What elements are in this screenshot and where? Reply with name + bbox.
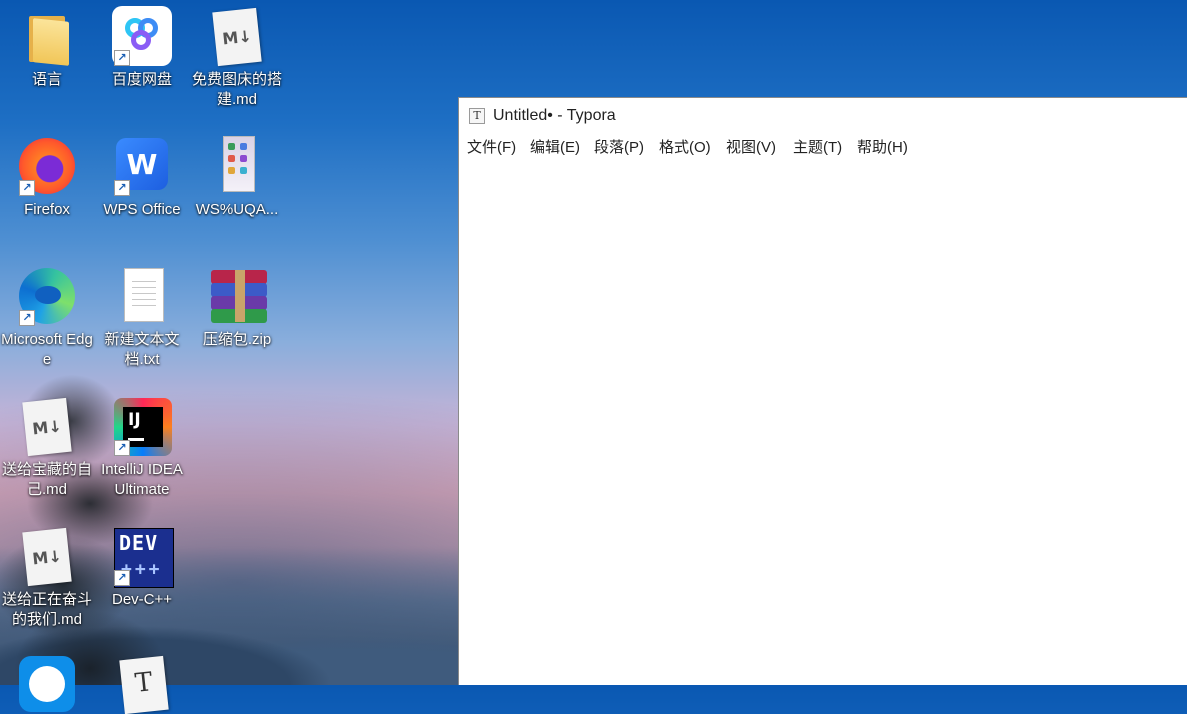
menu-file[interactable]: 文件(F) [467, 136, 516, 160]
window-title: Untitled• - Typora [493, 107, 616, 124]
desktop-icon-txt-file[interactable]: 新建文本文档.txt [95, 266, 189, 370]
menu-edit[interactable]: 编辑(E) [530, 136, 580, 160]
desktop-icon-firefox[interactable]: ↗ Firefox [0, 136, 94, 220]
desktop-icon-label: Dev-C++ [111, 591, 173, 608]
desktop-icon-md-file[interactable]: M↓ 送给宝藏的自己.md [0, 396, 94, 500]
editor-area[interactable] [459, 164, 1187, 685]
desktop-icon-zip-file[interactable]: 压缩包.zip [190, 266, 284, 350]
desktop-icon-wps-office[interactable]: W ↗ WPS Office [95, 136, 189, 220]
shortcut-arrow-icon: ↗ [114, 180, 130, 196]
desktop-icon-label: 百度网盘 [111, 71, 172, 88]
menu-theme[interactable]: 主题(T) [793, 136, 842, 160]
desktop-icon-label: 送给宝藏的自己.md [1, 461, 92, 498]
desktop-icon-md-file[interactable]: M↓ 送给正在奋斗的我们.md [0, 526, 94, 630]
shortcut-arrow-icon: ↗ [114, 570, 130, 586]
desktop-icon-label: IntelliJ IDEA Ultimate [101, 461, 183, 498]
baidu-netdisk-icon: ↗ [112, 6, 172, 66]
typora-icon: T [112, 652, 172, 714]
desktop-icon-label: 语言 [31, 71, 62, 88]
desktop-icon-label: 新建文本文档.txt [104, 331, 180, 368]
edge-icon: ↗ [17, 266, 77, 326]
markdown-file-icon: M↓ [17, 526, 77, 587]
desktop-icon-typora[interactable]: T [95, 652, 189, 714]
desktop-icon-devcpp[interactable]: DEV +++ ↗ Dev-C++ [95, 526, 189, 610]
desktop-icon-teamviewer[interactable] [0, 652, 94, 712]
desktop-icon-label: Microsoft Edge [1, 331, 93, 368]
shortcut-arrow-icon: ↗ [19, 310, 35, 326]
typora-app-icon: T [469, 108, 485, 124]
menu-help[interactable]: 帮助(H) [857, 136, 908, 160]
menu-view[interactable]: 视图(V) [726, 136, 776, 160]
markdown-file-icon: M↓ [207, 6, 267, 67]
desktop-icon-image-file[interactable]: WS%UQA... [190, 136, 284, 220]
desktop-icon-edge[interactable]: ↗ Microsoft Edge [0, 266, 94, 370]
desktop-icon-label: WPS Office [103, 201, 181, 218]
devcpp-icon: DEV +++ ↗ [112, 526, 174, 588]
menu-format[interactable]: 格式(O) [659, 136, 711, 160]
title-bar[interactable]: T Untitled• - Typora [459, 98, 1187, 132]
desktop-icon-folder-language[interactable]: 语言 [0, 6, 94, 90]
desktop-icon-label: 压缩包.zip [202, 331, 272, 348]
desktop-icon-baidu-netdisk[interactable]: ↗ 百度网盘 [95, 6, 189, 90]
folder-icon [17, 6, 77, 66]
intellij-idea-icon: IJ ↗ [112, 396, 172, 456]
shortcut-arrow-icon: ↗ [114, 440, 130, 456]
teamviewer-icon [17, 652, 77, 712]
typora-window: T Untitled• - Typora 文件(F) 编辑(E) 段落(P) 格… [458, 97, 1187, 685]
desktop-icon-label: WS%UQA... [195, 201, 279, 218]
menu-paragraph[interactable]: 段落(P) [594, 136, 644, 160]
image-file-icon [207, 136, 267, 196]
desktop-icon-label: 免费图床的搭建.md [191, 71, 282, 108]
shortcut-arrow-icon: ↗ [114, 50, 130, 66]
firefox-icon: ↗ [17, 136, 77, 196]
text-file-icon [112, 266, 172, 326]
shortcut-arrow-icon: ↗ [19, 180, 35, 196]
markdown-file-icon: M↓ [17, 396, 77, 457]
desktop-icon-label: Firefox [24, 201, 70, 218]
desktop-icon-md-file[interactable]: M↓ 免费图床的搭建.md [190, 6, 284, 110]
menu-bar: 文件(F) 编辑(E) 段落(P) 格式(O) 视图(V) 主题(T) 帮助(H… [459, 136, 1187, 160]
winrar-archive-icon [207, 266, 267, 326]
wps-office-icon: W ↗ [112, 136, 172, 196]
desktop-icon-intellij[interactable]: IJ ↗ IntelliJ IDEA Ultimate [95, 396, 189, 500]
desktop-icon-label: 送给正在奋斗的我们.md [1, 591, 92, 628]
